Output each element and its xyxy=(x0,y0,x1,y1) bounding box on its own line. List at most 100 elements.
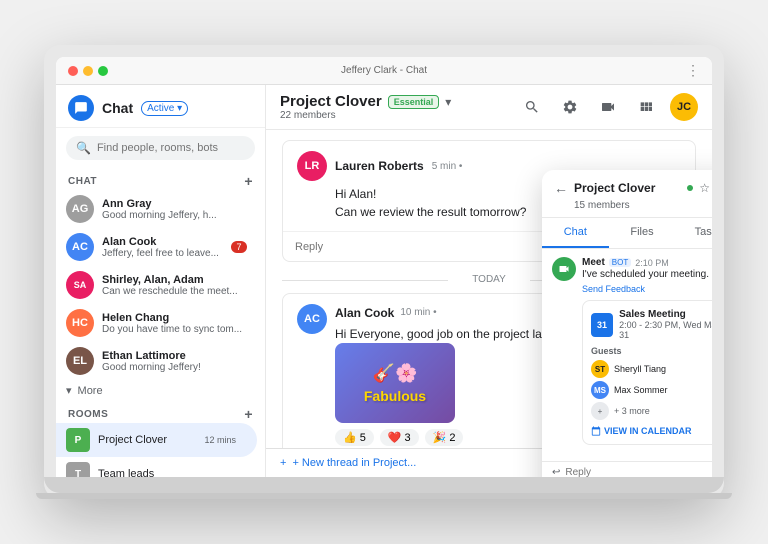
msg-name-alan: Alan Cook xyxy=(335,306,394,320)
mobile-more-guests-text: + 3 more xyxy=(614,406,650,416)
room-time-project-clover: 12 mins xyxy=(204,435,236,445)
mobile-view-calendar-button[interactable]: VIEW IN CALENDAR xyxy=(591,426,712,436)
avatar-shirley: SA xyxy=(66,271,94,299)
essential-badge: Essential xyxy=(388,95,440,109)
mobile-more-guests: + + 3 more xyxy=(591,402,712,420)
mobile-reply-input[interactable] xyxy=(565,467,712,477)
mobile-reply-bar: ↩ xyxy=(542,461,712,477)
mobile-cal-title: Sales Meeting xyxy=(619,309,712,320)
laptop-base xyxy=(36,493,732,499)
mobile-guest-name-sheryll: Sheryll Tiang xyxy=(614,364,666,374)
chat-preview-ethan: Good morning Jeffery! xyxy=(102,362,247,373)
close-button[interactable] xyxy=(68,66,78,76)
active-badge[interactable]: Active ▾ xyxy=(141,101,188,116)
mobile-room-title: Project Clover xyxy=(574,181,681,195)
avatar-alan-cook: AC xyxy=(66,233,94,261)
reaction-heart[interactable]: ❤️ 3 xyxy=(380,429,419,446)
chat-item-ethan[interactable]: EL Ethan Lattimore Good morning Jeffery! xyxy=(56,342,257,380)
msg-time-lauren: 5 min • xyxy=(432,161,463,172)
dropdown-arrow-icon[interactable]: ▾ xyxy=(445,95,451,109)
avatar-helen: HC xyxy=(66,309,94,337)
search-button[interactable] xyxy=(518,93,546,121)
chat-name-alan-cook: Alan Cook xyxy=(102,236,231,248)
chat-section-label: CHAT + xyxy=(56,168,265,190)
header-actions: JC xyxy=(518,93,698,121)
mobile-avatar-meet xyxy=(552,257,576,281)
room-icon-project-clover: P xyxy=(66,428,90,452)
mobile-more-guests-icon: + xyxy=(591,402,609,420)
room-name-project-clover: Project Clover xyxy=(98,434,204,446)
more-chats-button[interactable]: ▾ More xyxy=(56,380,265,401)
user-avatar[interactable]: JC xyxy=(670,93,698,121)
room-item-team-leads[interactable]: T Team leads xyxy=(56,457,257,477)
project-title: Project Clover xyxy=(280,93,382,110)
chat-preview-ann-gray: Good morning Jeffery, h... xyxy=(102,210,247,221)
main-header: Project Clover Essential ▾ 22 members xyxy=(266,85,712,130)
image-card: 🎸🌸 Fabulous xyxy=(335,343,455,423)
mobile-bot-badge: BOT xyxy=(609,258,631,267)
laptop-shell: Jeffery Clark - Chat ⋮ Chat Active ▾ 🔍 xyxy=(44,45,724,499)
laptop-bottom xyxy=(44,477,724,493)
chat-item-ann-gray[interactable]: AG Ann Gray Good morning Jeffery, h... xyxy=(56,190,257,228)
mobile-message-meet: Meet BOT 2:10 PM I've scheduled your mee… xyxy=(552,257,712,445)
traffic-lights xyxy=(68,66,108,76)
mobile-back-icon[interactable]: ← xyxy=(554,180,568,196)
mobile-star-icon[interactable]: ☆ xyxy=(699,181,710,195)
mobile-send-feedback[interactable]: Send Feedback xyxy=(582,284,712,294)
mobile-tab-tasks[interactable]: Tasks xyxy=(675,218,712,248)
video-button[interactable] xyxy=(594,93,622,121)
chat-item-helen[interactable]: HC Helen Chang Do you have time to sync … xyxy=(56,304,257,342)
chat-item-alan-cook[interactable]: AC Alan Cook Jeffery, feel free to leave… xyxy=(56,228,257,266)
members-count: 22 members xyxy=(280,110,518,121)
msg-name-lauren: Lauren Roberts xyxy=(335,159,424,173)
title-bar: Jeffery Clark - Chat ⋮ xyxy=(56,57,712,85)
chat-preview-helen: Do you have time to sync tom... xyxy=(102,324,247,335)
add-room-button[interactable]: + xyxy=(244,407,253,421)
room-item-project-clover[interactable]: P Project Clover 12 mins ⋮ xyxy=(56,423,257,457)
mobile-guest-sheryll: ST Sheryll Tiang xyxy=(591,360,712,378)
mobile-chat-area: Meet BOT 2:10 PM I've scheduled your mee… xyxy=(542,249,712,461)
chat-name-helen: Helen Chang xyxy=(102,312,247,324)
avatar-ethan: EL xyxy=(66,347,94,375)
project-title-row: Project Clover Essential ▾ xyxy=(280,93,518,110)
sidebar-search-box[interactable]: 🔍 xyxy=(66,136,255,160)
minimize-button[interactable] xyxy=(83,66,93,76)
rooms-section-label: ROOMS + xyxy=(56,401,265,423)
room-name-team-leads: Team leads xyxy=(98,468,247,477)
reaction-thumbs-up[interactable]: 👍 5 xyxy=(335,429,374,446)
window-title: Jeffery Clark - Chat xyxy=(341,65,427,76)
sidebar-title: Chat xyxy=(102,100,133,116)
image-emoji: 🎸🌸 xyxy=(373,363,418,384)
avatar-ann-gray: AG xyxy=(66,195,94,223)
sidebar-header: Chat Active ▾ xyxy=(56,85,265,128)
mobile-tab-files[interactable]: Files xyxy=(609,218,676,248)
msg-time-alan: 10 min • xyxy=(400,307,436,318)
mobile-tabs: Chat Files Tasks xyxy=(542,218,712,249)
image-text: Fabulous xyxy=(364,388,426,404)
chat-name-ann-gray: Ann Gray xyxy=(102,198,247,210)
unread-badge-alan-cook: 7 xyxy=(231,241,247,253)
mobile-overlay: ← Project Clover ☆ ⋮ 15 members Chat xyxy=(542,170,712,477)
settings-button[interactable] xyxy=(556,93,584,121)
avatar-alan: AC xyxy=(297,304,327,334)
maximize-button[interactable] xyxy=(98,66,108,76)
chat-item-shirley[interactable]: SA Shirley, Alan, Adam Can we reschedule… xyxy=(56,266,257,304)
search-icon: 🔍 xyxy=(76,141,91,155)
add-chat-button[interactable]: + xyxy=(244,174,253,188)
reaction-party[interactable]: 🎉 2 xyxy=(425,429,464,446)
main-header-title: Project Clover Essential ▾ 22 members xyxy=(280,93,518,121)
mobile-header: ← Project Clover ☆ ⋮ 15 members xyxy=(542,170,712,218)
search-input[interactable] xyxy=(97,142,245,154)
main-content: Project Clover Essential ▾ 22 members xyxy=(266,85,712,477)
mobile-guests-label: Guests xyxy=(591,346,712,356)
window-more-icon[interactable]: ⋮ xyxy=(686,62,700,79)
grid-button[interactable] xyxy=(632,93,660,121)
chat-preview-alan-cook: Jeffery, feel free to leave... xyxy=(102,248,231,259)
laptop-screen: Jeffery Clark - Chat ⋮ Chat Active ▾ 🔍 xyxy=(56,57,712,477)
mobile-msg-name-meet: Meet xyxy=(582,257,605,268)
mobile-reply-icon: ↩ xyxy=(552,467,560,477)
mobile-tab-chat[interactable]: Chat xyxy=(542,218,609,248)
mobile-members-count: 15 members xyxy=(574,200,712,211)
mobile-avatar-sheryll: ST xyxy=(591,360,609,378)
avatar-lauren: LR xyxy=(297,151,327,181)
